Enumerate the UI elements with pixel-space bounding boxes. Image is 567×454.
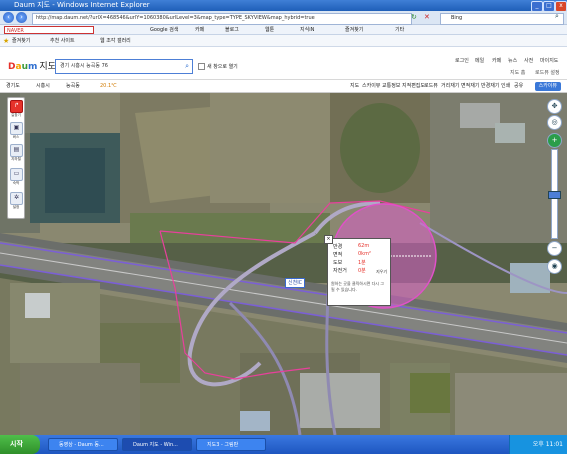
popup-label: 도보	[333, 260, 343, 266]
link-login[interactable]: 로그인	[455, 57, 469, 64]
tool-print[interactable]: 인쇄	[501, 80, 510, 93]
skyview-button[interactable]: 스카이뷰	[534, 82, 561, 91]
browser-search-input[interactable]: Bing	[440, 13, 564, 25]
map-toolbar: 경기도 시흥시 능곡동 20.1℃ 지도 스카이뷰 교통정보 지적편집도 로드뷰…	[0, 80, 567, 93]
forward-icon[interactable]: ›	[16, 12, 27, 23]
locate-icon[interactable]: ◎	[547, 115, 562, 130]
tool-share[interactable]: 공유	[514, 80, 523, 93]
popup-label: 반경	[333, 244, 343, 250]
left-tool-panel: ↱ 길찾기 ▣ 버스 ▤ 지하철 ▭ 숙박 ✲ 설정	[7, 97, 25, 219]
toolbar-search-input[interactable]: NAVER	[4, 26, 94, 34]
zoom-control: ✥ ◎ + − ◉	[545, 99, 562, 274]
toolbar-item-more[interactable]: 기타	[395, 25, 404, 35]
toolbar-item-google[interactable]: Google 검색	[150, 25, 178, 35]
map-header: Daum 지도 경기 시흥시 능곡동 76 ⌕ 새 창으로 열기 로그인 메일 카…	[0, 47, 567, 80]
toolbar-item-webtoon[interactable]: 웹툰	[265, 25, 274, 35]
compass-icon[interactable]: ✥	[547, 99, 562, 114]
daum-logo[interactable]: Daum 지도	[8, 59, 56, 72]
toolbar-item-kin[interactable]: 지식iN	[300, 25, 314, 35]
logo-letter: m	[27, 62, 38, 72]
satellite-imagery	[0, 93, 567, 435]
title-bar: Daum 지도 - Windows Internet Explorer _ □ …	[0, 0, 567, 12]
weather-temp: 20.1℃	[100, 83, 117, 89]
favorites-item[interactable]: 웹 조각 갤러리	[100, 35, 131, 47]
naver-toolbar: NAVER Google 검색 카페 블로그 웹툰 지식iN 즐겨찾기 기타	[0, 25, 567, 35]
popup-label: 면적	[333, 252, 343, 258]
task-button[interactable]: 동영상 - Daum 동...	[48, 438, 118, 451]
bed-icon[interactable]: ▭	[10, 168, 23, 181]
refresh-icon[interactable]: ↻	[411, 13, 417, 21]
checkbox-icon[interactable]	[198, 63, 205, 70]
task-button[interactable]: 지도3 - 그림판	[196, 438, 266, 451]
popup-value: 0분	[358, 268, 366, 274]
plus-icon[interactable]: +	[547, 133, 562, 148]
checkbox-label: 새 창으로 열기	[207, 64, 238, 70]
stop-icon[interactable]: ✕	[424, 13, 430, 21]
tool-label: 설정	[12, 205, 20, 209]
address-bar[interactable]: http://map.daum.net/?urlX=468546&urlY=10…	[32, 13, 412, 25]
map-canvas[interactable]: 신천IC ↱ 길찾기 ▣ 버스 ▤ 지하철 ▭ 숙박 ✲ 설정 ✥ ◎ + − …	[0, 93, 567, 435]
task-button[interactable]: Daum 지도 - Win...	[122, 438, 192, 451]
logo-title: 지도	[39, 62, 56, 72]
popup-hint: 원하는 곳을 클릭하시면 다시 그릴 수 있습니다.	[331, 281, 384, 292]
tool-area[interactable]: 면적재기	[461, 80, 479, 93]
favorites-label[interactable]: 즐겨찾기	[12, 35, 30, 47]
popup-value: 1분	[358, 260, 366, 266]
route-icon[interactable]: ↱	[10, 100, 23, 113]
start-button[interactable]: 시작	[0, 435, 40, 454]
link-dictionary[interactable]: 사전	[524, 57, 533, 64]
tool-cadastral[interactable]: 지적편집도	[402, 80, 425, 93]
tool-radius[interactable]: 반경재기	[481, 80, 499, 93]
tool-traffic[interactable]: 교통정보	[382, 80, 400, 93]
search-icon[interactable]: ⌕	[555, 12, 559, 21]
back-icon[interactable]: ‹	[3, 12, 14, 23]
tool-label: 숙박	[12, 181, 20, 185]
link-map-home[interactable]: 지도 홈	[510, 69, 525, 76]
search-value: 경기 시흥시 능곡동 76	[60, 63, 108, 69]
zoom-slider-handle[interactable]	[548, 191, 561, 199]
toolbar-item-blog[interactable]: 블로그	[225, 25, 239, 35]
popup-label: 자전거	[333, 268, 347, 274]
favorites-item[interactable]: 추천 사이트	[50, 35, 75, 47]
link-roadview-settings[interactable]: 로드뷰 설정	[535, 69, 560, 76]
link-mymap[interactable]: 마이지도	[540, 57, 558, 64]
tool-roadview[interactable]: 로드뷰	[424, 80, 438, 93]
tool-label: 길찾기	[11, 113, 21, 117]
popup-value: 62m	[358, 243, 370, 249]
favorites-bar: ★ 즐겨찾기 추천 사이트 웹 조각 갤러리	[0, 35, 567, 47]
system-tray: 오후 11:01	[509, 435, 567, 454]
address-row: ‹ › http://map.daum.net/?urlX=468546&url…	[0, 11, 567, 25]
toolbar-item-cafe[interactable]: 카페	[195, 25, 204, 35]
tool-map[interactable]: 지도	[350, 80, 359, 93]
subway-icon[interactable]: ▤	[10, 144, 23, 157]
region-city[interactable]: 시흥시	[36, 80, 50, 93]
map-search-input[interactable]: 경기 시흥시 능곡동 76 ⌕	[55, 59, 193, 74]
tool-label: 지하철	[11, 157, 21, 161]
link-mail[interactable]: 메일	[475, 57, 484, 64]
gear-icon[interactable]: ✲	[10, 192, 23, 205]
region-dong[interactable]: 능곡동	[66, 80, 80, 93]
toolbar-item-favorites[interactable]: 즐겨찾기	[345, 25, 363, 35]
ic-road-sign[interactable]: 신천IC	[285, 278, 306, 288]
region-province[interactable]: 경기도	[6, 80, 20, 93]
window-title: Daum 지도 - Windows Internet Explorer	[14, 1, 150, 9]
link-cafe[interactable]: 카페	[492, 57, 501, 64]
star-icon: ★	[3, 37, 10, 45]
tool-distance[interactable]: 거리재기	[441, 80, 459, 93]
bus-icon[interactable]: ▣	[10, 122, 23, 135]
roadview-icon[interactable]: ◉	[547, 259, 562, 274]
delete-button[interactable]: 지우기	[376, 269, 387, 275]
tool-label: 버스	[12, 135, 20, 139]
clock: 오후 11:01	[532, 441, 563, 448]
search-icon[interactable]: ⌕	[185, 60, 189, 72]
radius-info-popup: × 반경 62m 면적 0km² 도보 1분 자전거 0분 지우기 원하는 곳을…	[324, 235, 391, 306]
minus-icon[interactable]: −	[547, 241, 562, 256]
new-window-checkbox[interactable]: 새 창으로 열기	[198, 63, 238, 70]
close-icon[interactable]: ×	[324, 235, 333, 244]
taskbar: 시작 동영상 - Daum 동... Daum 지도 - Win... 지도3 …	[0, 435, 567, 454]
link-news[interactable]: 뉴스	[508, 57, 517, 64]
popup-value: 0km²	[358, 251, 371, 257]
tool-skyview[interactable]: 스카이뷰	[362, 80, 380, 93]
